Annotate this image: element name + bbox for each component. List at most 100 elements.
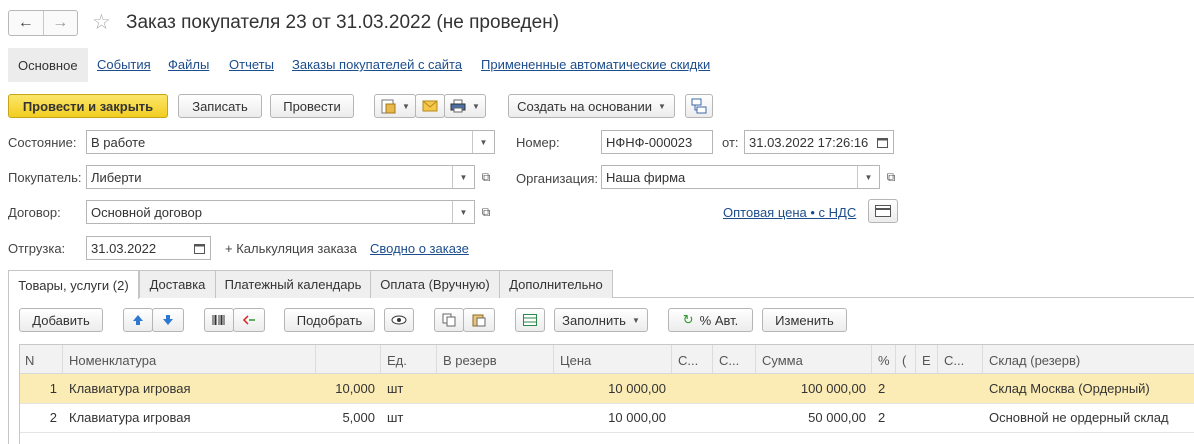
section-files[interactable]: Файлы [168, 57, 209, 72]
dropdown-icon[interactable]: ▼ [472, 131, 494, 153]
print-menu-button[interactable]: ▼ [444, 94, 486, 118]
move-down-button[interactable] [152, 308, 184, 332]
back-button[interactable]: ← [9, 11, 44, 35]
paste-button[interactable] [463, 308, 495, 332]
organization-field[interactable]: Наша фирма ▼ [601, 165, 880, 189]
document-date-field[interactable]: 31.03.2022 17:26:16 [744, 130, 894, 154]
col-n[interactable]: N [19, 345, 63, 375]
col-c2[interactable]: С... [713, 345, 756, 375]
write-button[interactable]: Записать [178, 94, 262, 118]
row-divider [19, 432, 1194, 433]
row-number: 1 [49, 381, 57, 396]
table-icon [523, 314, 537, 326]
buyer-field[interactable]: Либерти ▼ [86, 165, 475, 189]
dropdown-icon[interactable]: ▼ [452, 166, 474, 188]
col-sum[interactable]: Сумма [756, 345, 872, 375]
table-row[interactable]: 1 Клавиатура игровая 10,000 шт 10 000,00… [19, 374, 1194, 403]
contract-field[interactable]: Основной договор ▼ [86, 200, 475, 224]
organization-value: Наша фирма [606, 169, 686, 185]
chevron-down-icon: ▼ [631, 315, 640, 325]
price-settings-button[interactable] [868, 199, 898, 223]
post-and-close-button[interactable]: Провести и закрыть [8, 94, 168, 118]
add-row-button[interactable]: Добавить [19, 308, 103, 332]
open-contract-icon[interactable]: ⧉ [475, 200, 497, 224]
compare-button[interactable] [233, 308, 265, 332]
tab-goods[interactable]: Товары, услуги (2) [8, 270, 139, 299]
state-field[interactable]: В работе ▼ [86, 130, 495, 154]
attach-menu-button[interactable]: ▼ [374, 94, 416, 118]
col-vat[interactable]: % [872, 345, 896, 375]
fill-menu-button[interactable]: Заполнить ▼ [554, 308, 648, 332]
row-unit: шт [387, 410, 404, 425]
arrow-up-icon [133, 315, 143, 325]
col-item[interactable]: Номенклатура [63, 345, 316, 375]
barcode-button[interactable] [204, 308, 234, 332]
row-qty: 10,000 [335, 381, 375, 396]
structure-button[interactable] [685, 94, 713, 118]
row-qty: 5,000 [342, 410, 375, 425]
barcode-icon [212, 315, 225, 325]
envelope-icon [422, 100, 438, 112]
forward-button[interactable]: → [44, 11, 78, 35]
section-events[interactable]: События [97, 57, 151, 72]
contract-value: Основной договор [91, 204, 202, 220]
number-label: Номер: [516, 135, 560, 150]
table-settings-button[interactable] [515, 308, 545, 332]
tab-payment[interactable]: Оплата (Вручную) [370, 270, 500, 298]
tab-additional[interactable]: Дополнительно [499, 270, 613, 298]
shipment-date-field[interactable]: 31.03.2022 [86, 236, 211, 260]
section-auto-discounts[interactable]: Примененные автоматические скидки [481, 57, 710, 72]
move-up-button[interactable] [123, 308, 153, 332]
col-reserve[interactable]: В резерв [437, 345, 554, 375]
create-based-on-button[interactable]: Создать на основании ▼ [508, 94, 675, 118]
number-field[interactable]: НФНФ-000023 [601, 130, 713, 154]
eye-icon [391, 315, 407, 325]
create-based-on-label: Создать на основании [517, 98, 652, 114]
favorite-star-icon[interactable]: ☆ [92, 10, 111, 35]
row-divider [19, 403, 1194, 404]
col-qty[interactable] [316, 345, 381, 375]
contract-label: Договор: [8, 205, 61, 220]
section-main[interactable]: Основное [8, 48, 88, 82]
auto-discount-button[interactable]: ↻ % Авт. [668, 308, 753, 332]
col-c5[interactable]: С... [938, 345, 983, 375]
buyer-value: Либерти [91, 169, 142, 185]
row-price: 10 000,00 [608, 410, 666, 425]
auto-discount-label: % Авт. [699, 312, 739, 328]
shipment-label: Отгрузка: [8, 241, 66, 256]
col-unit[interactable]: Ед. [381, 345, 437, 375]
structure-icon [691, 98, 707, 114]
open-buyer-icon[interactable]: ⧉ [475, 165, 497, 189]
col-c4[interactable]: Е [916, 345, 938, 375]
dropdown-icon[interactable]: ▼ [857, 166, 879, 188]
col-price[interactable]: Цена [554, 345, 672, 375]
copy-button[interactable] [434, 308, 464, 332]
grid-left-border [19, 344, 20, 444]
col-c3[interactable]: ( [896, 345, 916, 375]
section-reports[interactable]: Отчеты [229, 57, 274, 72]
calendar-icon[interactable] [871, 131, 893, 153]
pick-button[interactable]: Подобрать [284, 308, 375, 332]
nav-buttons: ← → [8, 10, 78, 36]
dropdown-icon[interactable]: ▼ [452, 201, 474, 223]
calculation-toggle[interactable]: + Калькуляция заказа [225, 241, 357, 256]
row-sum: 50 000,00 [808, 410, 866, 425]
chevron-down-icon: ▼ [657, 101, 666, 111]
view-button[interactable] [384, 308, 414, 332]
post-button[interactable]: Провести [270, 94, 354, 118]
open-organization-icon[interactable]: ⧉ [880, 165, 902, 189]
tab-payment-calendar[interactable]: Платежный календарь [215, 270, 371, 298]
section-site-orders[interactable]: Заказы покупателей с сайта [292, 57, 462, 72]
email-button[interactable] [415, 94, 445, 118]
tab-delivery[interactable]: Доставка [139, 270, 216, 298]
col-warehouse[interactable]: Склад (резерв) [983, 345, 1194, 375]
order-summary-link[interactable]: Сводно о заказе [370, 241, 469, 256]
number-value: НФНФ-000023 [606, 134, 693, 150]
col-c1[interactable]: С... [672, 345, 713, 375]
change-button[interactable]: Изменить [762, 308, 847, 332]
chevron-down-icon: ▼ [402, 101, 410, 111]
table-row[interactable]: 2 Клавиатура игровая 5,000 шт 10 000,00 … [19, 403, 1194, 432]
printer-icon [450, 99, 466, 113]
calendar-icon[interactable] [188, 237, 210, 259]
price-type-link[interactable]: Оптовая цена • с НДС [723, 205, 856, 220]
